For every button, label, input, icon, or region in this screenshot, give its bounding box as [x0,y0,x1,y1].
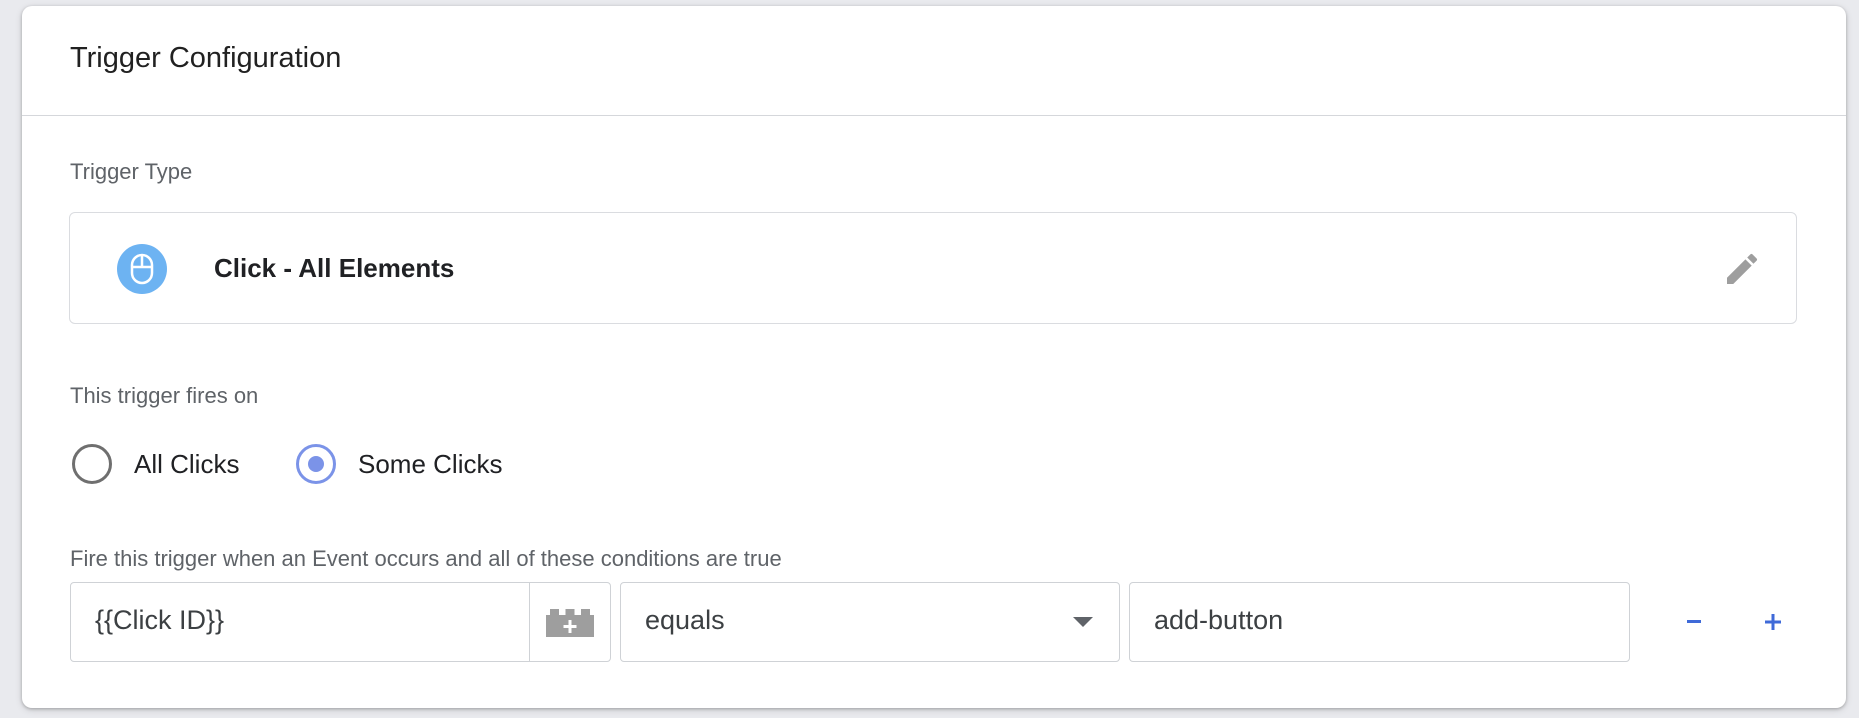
radio-button-unselected[interactable] [72,444,112,484]
radio-button-selected[interactable] [296,444,336,484]
pencil-icon[interactable] [1722,249,1762,289]
plus-icon [1765,614,1781,630]
radio-label-some-clicks: Some Clicks [358,449,503,479]
card-header: Trigger Configuration [22,6,1846,116]
trigger-type-label: Trigger Type [70,159,193,184]
radio-label-all-clicks: All Clicks [134,449,240,479]
condition-value-text: add-button [1154,605,1284,635]
conditions-label: Fire this trigger when an Event occurs a… [70,546,782,571]
radio-some-clicks[interactable]: Some Clicks [296,442,526,486]
variable-value: {{Click ID}} [95,605,225,635]
dropdown-arrow-icon [1073,617,1093,627]
radio-all-clicks[interactable]: All Clicks [72,442,252,486]
fires-on-label: This trigger fires on [70,383,259,408]
remove-condition-button[interactable] [1672,600,1716,644]
condition-value-input[interactable]: add-button [1129,582,1630,662]
operator-dropdown[interactable]: equals [620,582,1120,662]
trigger-type-name: Click - All Elements [214,253,455,283]
add-condition-button[interactable] [1751,600,1795,644]
operator-selected: equals [645,605,725,635]
mouse-icon [117,244,167,294]
trigger-type-selector[interactable]: Click - All Elements [69,212,1797,324]
trigger-configuration-card: Trigger Configuration Trigger Type Click… [22,6,1846,708]
minus-icon [1687,620,1701,623]
variable-field[interactable]: {{Click ID}} [70,582,611,662]
card-title: Trigger Configuration [70,42,342,74]
variable-picker-button[interactable] [529,583,610,661]
variable-brick-icon [546,609,594,637]
